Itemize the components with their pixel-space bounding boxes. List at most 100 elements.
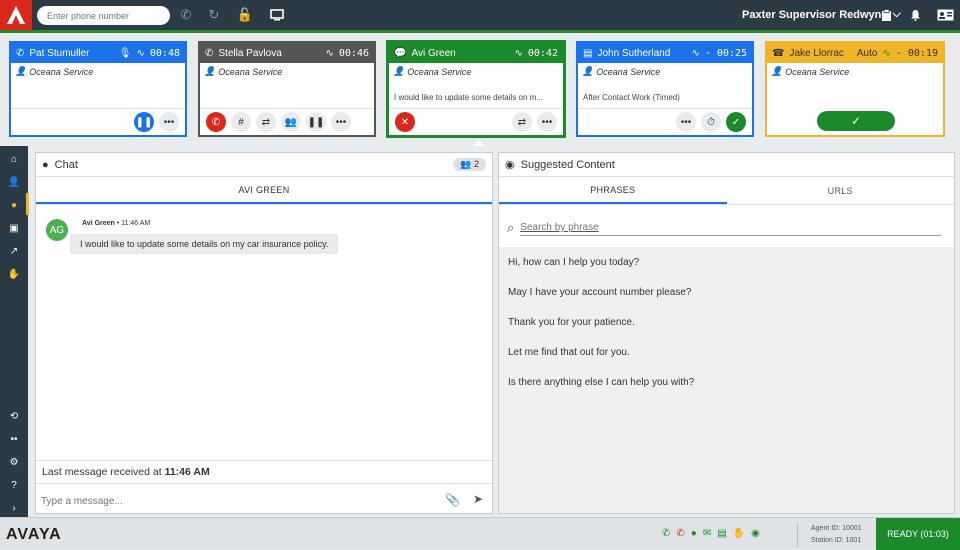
hold-button[interactable]: ❚❚ <box>134 112 154 132</box>
screen-icon[interactable] <box>267 5 287 25</box>
message-sender: Avi Green <box>82 220 115 227</box>
phone-icon: ✆ <box>16 47 25 59</box>
last-message-time: 11:46 AM <box>164 466 210 478</box>
more-button[interactable]: ••• <box>159 112 179 132</box>
redial-icon[interactable]: ↻ <box>204 5 224 25</box>
history-icon[interactable]: ⟲ <box>0 406 28 426</box>
help-icon[interactable]: ? <box>0 475 28 495</box>
search-input[interactable] <box>520 220 941 236</box>
interaction-card-pat[interactable]: ✆ Pat Stumuller 🎙 ∿ 00:48 👤 Oceana Servic… <box>9 41 187 137</box>
card-timer: 00:46 <box>338 47 369 59</box>
contact-card-icon[interactable] <box>935 6 955 24</box>
more-button[interactable]: ••• <box>676 112 696 132</box>
end-chat-button[interactable]: ✕ <box>395 112 415 132</box>
interaction-card-avi[interactable]: 💬 Avi Green ∿ 00:42 👤 Oceana Service I wo… <box>387 41 565 137</box>
thumbs-icon[interactable]: ✋ <box>0 264 28 284</box>
chat-channel-icon[interactable]: ● <box>691 528 697 539</box>
avaya-wordmark: AVAYA <box>6 526 62 543</box>
add-contact-icon[interactable]: 👤 <box>0 172 28 192</box>
participants-badge[interactable]: 👥 2 <box>453 158 486 171</box>
dialpad-button[interactable]: # <box>231 112 251 132</box>
person-icon: 👤 <box>771 66 783 76</box>
card-name: John Sutherland <box>597 47 671 59</box>
hold-button[interactable]: ❚❚ <box>306 112 326 132</box>
card-timer: - 00:25 <box>704 47 747 59</box>
phrase-item[interactable]: Let me find that out for you. <box>499 337 954 367</box>
social-channel-icon[interactable]: ✋ <box>733 528 745 539</box>
home-icon[interactable]: ⌂ <box>0 149 28 169</box>
messages-icon[interactable]: ▣ <box>0 218 28 238</box>
voice-channel-icon[interactable]: ✆ <box>662 528 670 539</box>
email-channel-icon[interactable]: ✉ <box>703 528 711 539</box>
attachment-icon[interactable]: 📎 <box>445 493 460 507</box>
last-message-label: Last message received at <box>42 466 162 478</box>
chat-icon: ▤ <box>583 47 593 59</box>
card-service: Oceana Service <box>218 66 283 77</box>
card-status-text: After Contact Work (Timed) <box>583 93 680 102</box>
suggestion-icon: ◉ <box>505 159 515 171</box>
team-icon[interactable]: •• <box>0 429 28 449</box>
card-name: Avi Green <box>411 47 456 59</box>
interaction-card-stella[interactable]: ✆ Stella Pavlova ∿ 00:46 👤 Oceana Service… <box>198 41 376 137</box>
people-icon: 👥 <box>460 159 472 169</box>
avaya-logo-icon <box>0 0 32 30</box>
timer-icon[interactable]: ⏱ <box>701 112 721 132</box>
card-service: Oceana Service <box>596 66 661 77</box>
transfer-button[interactable]: ⇄ <box>512 112 532 132</box>
phrase-item[interactable]: Is there anything else I can help you wi… <box>499 367 954 397</box>
expand-chevron-icon[interactable]: › <box>0 498 28 518</box>
more-button[interactable]: ••• <box>331 112 351 132</box>
phrase-item[interactable]: Thank you for your patience. <box>499 307 954 337</box>
card-service: Oceana Service <box>785 66 850 77</box>
voice-blocked-icon[interactable]: ✆ <box>676 528 684 539</box>
interaction-card-jake[interactable]: ☎ Jake Llorrac Auto ∿ - 00:19 👤 Oceana Se… <box>765 41 945 137</box>
sms-channel-icon[interactable]: ▤ <box>717 528 726 539</box>
waveform-icon: ∿ <box>136 47 145 59</box>
sidebar-active-indicator <box>26 193 29 215</box>
bell-icon[interactable] <box>906 6 924 24</box>
waveform-icon: ∿ <box>325 47 334 59</box>
phrase-item[interactable]: Hi, how can I help you today? <box>499 247 954 277</box>
messaging-channel-icon[interactable]: ◉ <box>751 528 760 539</box>
card-timer: - 00:19 <box>895 47 938 59</box>
phrase-list: Hi, how can I help you today? May I have… <box>499 247 954 513</box>
card-name: Stella Pavlova <box>218 47 282 59</box>
person-icon: 👤 <box>204 66 216 76</box>
participant-count: 2 <box>473 159 479 169</box>
agent-status-button[interactable]: READY (01:03) <box>876 518 960 550</box>
suggested-panel-title: Suggested Content <box>520 158 615 171</box>
search-icon: ⌕ <box>507 220 515 235</box>
external-link-icon[interactable]: ↗ <box>0 241 28 261</box>
card-message-preview: I would like to update some details on m… <box>394 93 543 102</box>
left-sidebar: ⌂ 👤 ● ▣ ↗ ✋ ⟲ •• ⚙ ? › <box>0 146 28 517</box>
waveform-icon: ∿ <box>691 47 700 59</box>
avatar: AG <box>46 219 68 241</box>
chat-nav-icon[interactable]: ● <box>0 195 28 215</box>
suggested-content-panel: ◉ Suggested Content PHRASES URLS ⌕ Hi, h… <box>498 152 955 514</box>
chat-message-bubble: I would like to update some details on m… <box>70 234 339 254</box>
more-button[interactable]: ••• <box>537 112 557 132</box>
clipboard-icon[interactable] <box>877 6 895 24</box>
unlock-icon[interactable]: 🔓 <box>235 5 255 25</box>
waveform-icon: ∿ <box>882 47 891 59</box>
tab-phrases[interactable]: PHRASES <box>499 177 727 204</box>
tab-urls[interactable]: URLS <box>727 177 955 204</box>
phone-number-input[interactable] <box>37 6 170 25</box>
settings-gear-icon[interactable]: ⚙ <box>0 452 28 472</box>
dial-phone-icon[interactable]: ✆ <box>176 5 196 25</box>
send-icon[interactable]: ➤ <box>473 492 483 506</box>
conference-button[interactable]: 👥 <box>281 112 301 132</box>
card-timer: 00:48 <box>149 47 180 59</box>
hangup-button[interactable]: ✆ <box>206 112 226 132</box>
bottom-bar: AVAYA ✆ ✆ ● ✉ ▤ ✋ ◉ Agent ID: 10001 Stat… <box>0 517 960 550</box>
person-icon: 👤 <box>582 66 594 76</box>
agent-id: Agent ID: 10001 <box>811 525 862 532</box>
accept-button[interactable]: ✓ <box>817 111 895 131</box>
tab-avi-green[interactable]: AVI GREEN <box>36 177 492 204</box>
interaction-card-john[interactable]: ▤ John Sutherland ∿ - 00:25 👤 Oceana Serv… <box>576 41 754 137</box>
phrase-item[interactable]: May I have your account number please? <box>499 277 954 307</box>
message-input[interactable] <box>41 493 431 509</box>
user-name: Paxter Supervisor Redwyne <box>742 8 888 21</box>
transfer-button[interactable]: ⇄ <box>256 112 276 132</box>
complete-button[interactable]: ✓ <box>726 112 746 132</box>
